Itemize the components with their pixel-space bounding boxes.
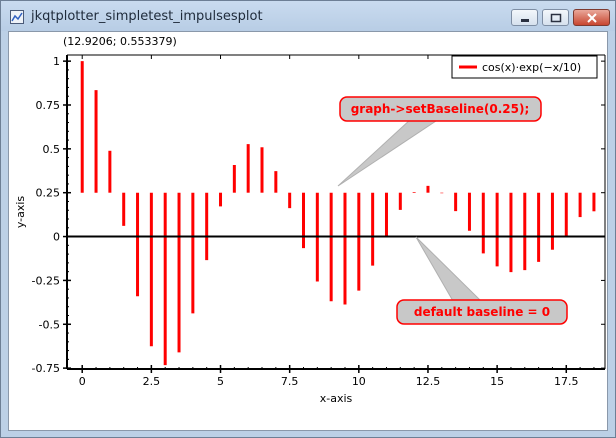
y-axis-label: y-axis [14,196,27,229]
y-tick-label: -0.25 [32,274,60,287]
annotation-label: default baseline = 0 [414,305,550,319]
y-tick-label: -0.5 [39,318,60,331]
x-tick-label: 7.5 [281,375,299,388]
app-window: jkqtplotter_simpletest_impulsesplot (12.… [0,0,616,438]
x-tick-label: 17.5 [554,375,579,388]
y-tick-label: 0.25 [36,187,61,200]
x-tick-label: 15 [490,375,504,388]
x-tick-label: 0 [79,375,86,388]
annotation-label: graph->setBaseline(0.25); [351,102,530,116]
y-tick-label: -0.75 [32,362,60,375]
x-tick-label: 2.5 [143,375,161,388]
x-tick-label: 12.5 [416,375,441,388]
y-tick-label: 0 [53,231,60,244]
y-tick-label: 0.5 [43,143,61,156]
legend-entry: cos(x)·exp(−x/10) [482,61,581,74]
x-axis-label: x-axis [320,392,353,405]
x-tick-label: 5 [217,375,224,388]
y-tick-label: 0.75 [36,99,61,112]
legend: cos(x)·exp(−x/10) [451,55,598,79]
x-tick-label: 10 [352,375,366,388]
impulses-plot[interactable]: -0.75-0.5-0.2500.250.50.7510 2.5 5 7.5 10 12.… [1,1,615,437]
y-tick-label: 1 [53,55,60,68]
